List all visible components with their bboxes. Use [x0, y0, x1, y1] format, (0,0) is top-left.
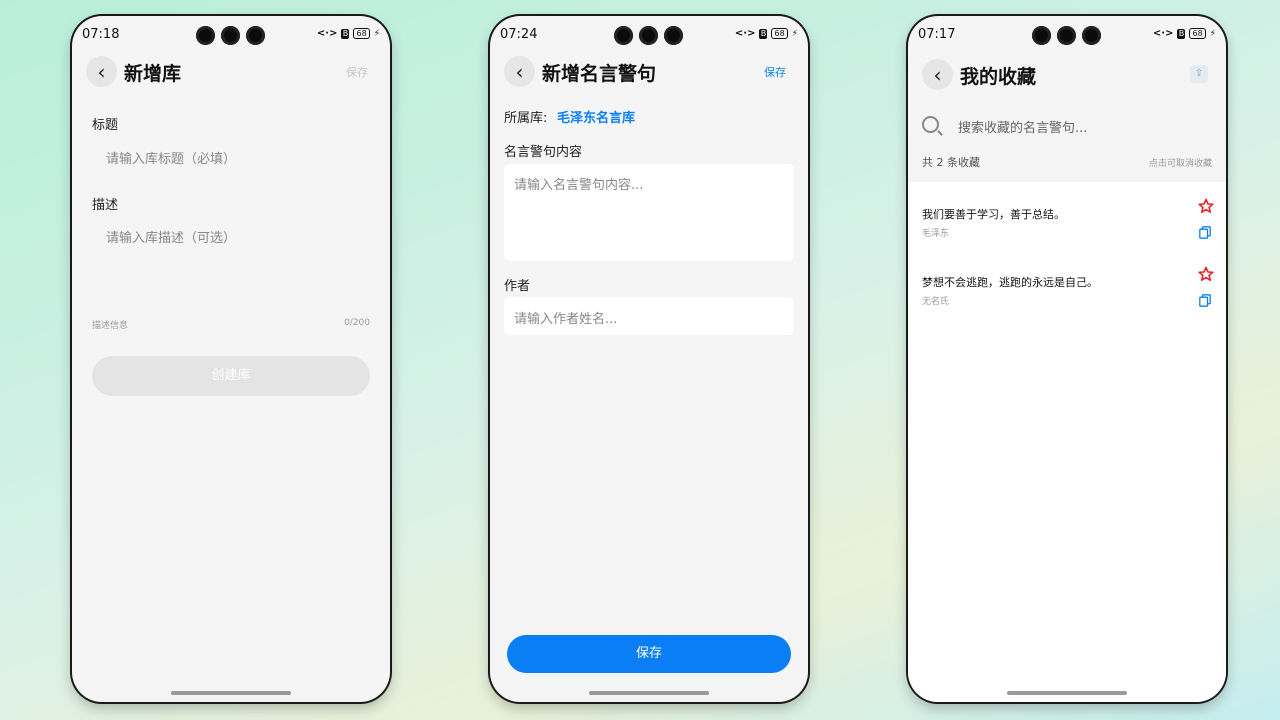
char-counter: 0/200	[344, 318, 370, 328]
back-arrow-icon: ‹	[515, 59, 524, 84]
status-time: 07:17	[918, 27, 956, 42]
quote-author: 毛泽东	[922, 229, 950, 239]
author-input[interactable]: 请输入作者姓名...	[504, 297, 794, 335]
author-placeholder: 请输入作者姓名...	[514, 312, 618, 327]
copy-icon[interactable]	[1199, 226, 1211, 239]
data-arrows-icon: <·>	[734, 28, 756, 39]
bluetooth-icon: B	[1177, 28, 1186, 39]
page-title: 我的收藏	[960, 66, 1037, 88]
title-input[interactable]: 请输入库标题（必填）	[106, 148, 236, 167]
content-label: 名言警句内容	[504, 145, 583, 160]
camera-icon	[221, 26, 240, 45]
status-time: 07:24	[500, 27, 538, 42]
camera-icon	[1057, 26, 1076, 45]
description-input[interactable]: 请输入库描述（可选）	[106, 227, 236, 246]
author-label: 作者	[504, 279, 531, 294]
back-arrow-icon: ‹	[933, 62, 942, 87]
status-icons: <·> B 68 ⚡	[317, 28, 380, 39]
home-indicator[interactable]	[1007, 691, 1127, 695]
search-input[interactable]: 搜索收藏的名言警句...	[958, 117, 1087, 136]
quote-text: 梦想不会逃跑，逃跑的永远是自己。	[922, 276, 1098, 289]
phone-new-quote: 07:24 <·> B 68 ⚡ ‹ 新增名言警句 保存 所属库: 毛泽东名言库…	[490, 16, 808, 702]
home-indicator[interactable]	[171, 691, 291, 695]
page-title: 新增名言警句	[542, 63, 657, 85]
star-icon[interactable]	[1198, 198, 1214, 214]
charging-icon: ⚡	[1209, 28, 1216, 39]
back-button[interactable]: ‹	[504, 56, 535, 87]
camera-icon	[1082, 26, 1101, 45]
data-arrows-icon: <·>	[1152, 28, 1174, 39]
data-arrows-icon: <·>	[316, 28, 338, 39]
copy-icon[interactable]	[1199, 294, 1211, 307]
camera-icon	[246, 26, 265, 45]
home-indicator[interactable]	[589, 691, 709, 695]
create-library-button[interactable]: 创建库	[92, 356, 370, 396]
favorites-count: 共 2 条收藏	[922, 156, 980, 169]
battery-icon: 68	[353, 28, 370, 39]
save-link[interactable]: 保存	[346, 64, 368, 80]
back-button[interactable]: ‹	[86, 56, 117, 87]
unfavorite-hint: 点击可取消收藏	[1148, 159, 1212, 169]
quote-text: 我们要善于学习，善于总结。	[922, 208, 1065, 221]
status-bar: 07:18 <·> B 68 ⚡	[72, 16, 390, 56]
save-link[interactable]: 保存	[764, 64, 786, 80]
title-bar: ‹ 新增库 保存	[72, 56, 390, 88]
status-time: 07:18	[82, 27, 120, 42]
title-bar: ‹ 我的收藏 ⇪	[908, 59, 1226, 91]
page-title: 新增库	[124, 63, 182, 85]
battery-icon: 68	[771, 28, 788, 39]
phone-new-library: 07:18 <·> B 68 ⚡ ‹ 新增库 保存 标题 请输入库标题（必填） …	[72, 16, 390, 702]
content-placeholder: 请输入名言警句内容...	[514, 178, 644, 193]
camera-cutouts	[614, 26, 683, 45]
title-field-label: 标题	[92, 118, 119, 133]
status-bar: 07:17 <·> B 68 ⚡	[908, 16, 1226, 56]
camera-cutouts	[1032, 26, 1101, 45]
description-info: 描述信息	[92, 321, 129, 331]
library-label: 所属库:	[504, 111, 548, 126]
charging-icon: ⚡	[791, 28, 798, 39]
camera-icon	[664, 26, 683, 45]
content-textarea[interactable]: 请输入名言警句内容...	[504, 164, 794, 261]
title-bar: ‹ 新增名言警句 保存	[490, 56, 808, 88]
charging-icon: ⚡	[373, 28, 380, 39]
status-icons: <·> B 68 ⚡	[735, 28, 798, 39]
back-button[interactable]: ‹	[922, 59, 953, 90]
status-bar: 07:24 <·> B 68 ⚡	[490, 16, 808, 56]
list-item[interactable]: 我们要善于学习，善于总结。 毛泽东	[908, 186, 1226, 246]
library-value[interactable]: 毛泽东名言库	[557, 107, 635, 126]
search-bar[interactable]: 搜索收藏的名言警句...	[922, 111, 1212, 139]
search-icon	[922, 116, 939, 133]
camera-icon	[639, 26, 658, 45]
camera-icon	[1032, 26, 1051, 45]
save-button[interactable]: 保存	[507, 635, 791, 673]
battery-icon: 68	[1189, 28, 1206, 39]
favorites-list: 我们要善于学习，善于总结。 毛泽东 梦想不会逃跑，逃跑的永远是自己。 无名氏	[908, 182, 1226, 702]
camera-icon	[196, 26, 215, 45]
bluetooth-icon: B	[341, 28, 350, 39]
back-arrow-icon: ‹	[97, 59, 106, 84]
list-item[interactable]: 梦想不会逃跑，逃跑的永远是自己。 无名氏	[908, 254, 1226, 314]
quote-author: 无名氏	[922, 297, 950, 307]
phone-favorites: 07:17 <·> B 68 ⚡ ‹ 我的收藏 ⇪ 搜索收藏的名言警句... 共…	[908, 16, 1226, 702]
star-icon[interactable]	[1198, 266, 1214, 282]
share-icon[interactable]: ⇪	[1190, 65, 1208, 83]
camera-icon	[614, 26, 633, 45]
bluetooth-icon: B	[759, 28, 768, 39]
camera-cutouts	[196, 26, 265, 45]
status-icons: <·> B 68 ⚡	[1153, 28, 1216, 39]
description-field-label: 描述	[92, 198, 119, 213]
